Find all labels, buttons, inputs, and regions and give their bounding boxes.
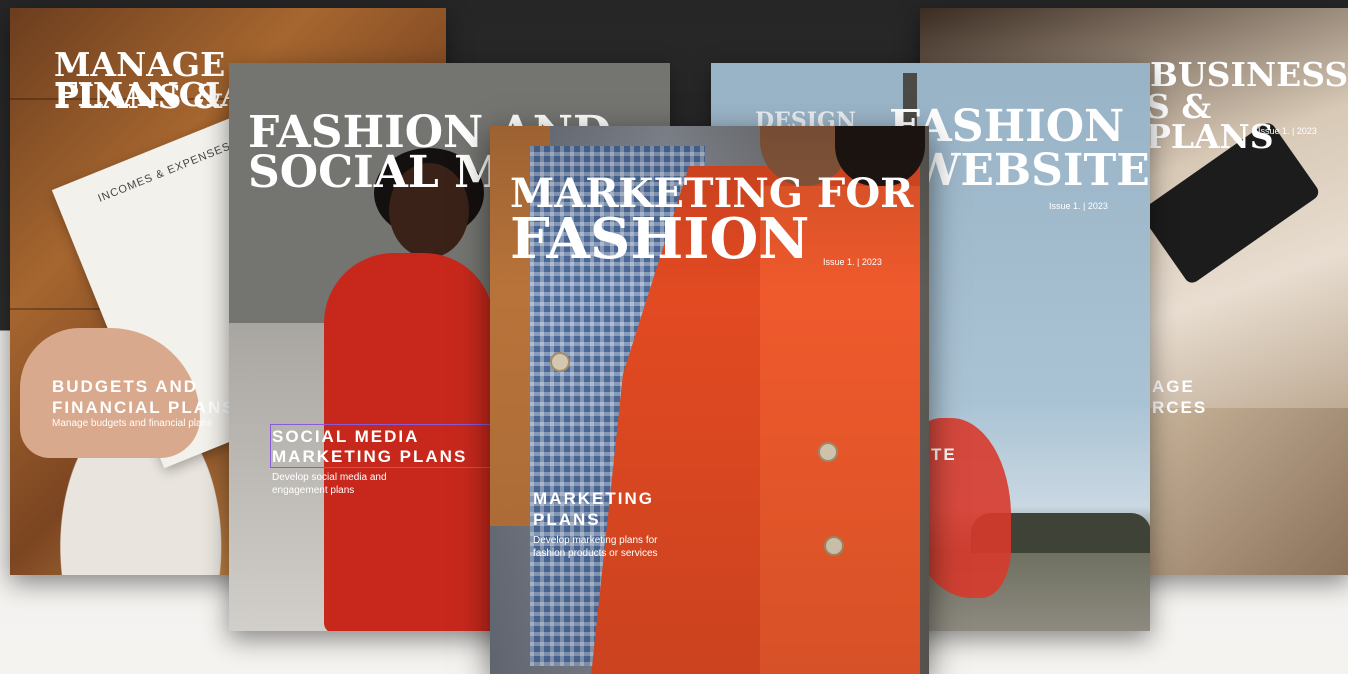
cover-description-line2: fashion products or services [533, 548, 658, 559]
cover-title-line1: BUSINESS [1150, 55, 1348, 94]
issue-label: Issue 1. | 2023 [1258, 126, 1317, 136]
cover-description-line2: engagement plans [272, 485, 355, 496]
issue-label: Issue 1. | 2023 [823, 257, 882, 267]
cover-subtitle-line1: BUDGETS AND [52, 377, 199, 396]
cover-description: Manage budgets and financial plans [52, 418, 213, 429]
paper-heading: INCOMES & EXPENSES [96, 140, 233, 205]
tray-image [1150, 408, 1348, 575]
cover-title-line2: WEBSITE [911, 145, 1150, 196]
cover-description-line1: Develop marketing plans for [533, 535, 658, 546]
cover-subtitle-line1: AGE [1152, 377, 1195, 396]
cover-subtitle-line1: MARKETING [533, 489, 654, 508]
cover-title-line2: S & PLANS [1146, 87, 1274, 157]
magazine-cover-marketing[interactable]: MARKETING FOR FASHION Issue 1. | 2023 MA… [490, 126, 929, 674]
cover-subtitle-line2: MARKETING PLANS [272, 447, 468, 466]
cover-title-line2: SOCIAL M [248, 147, 503, 198]
cover-subtitle-fragment: TE [931, 445, 957, 464]
cover-subtitle-line2: RCES [1152, 398, 1208, 417]
cover-subtitle-line1: SOCIAL MEDIA [272, 427, 420, 446]
cover-subtitle-line2: PLANS [533, 510, 601, 529]
cover-subtitle-line2: FINANCIAL PLANS [52, 398, 236, 417]
issue-label: Issue 1. | 2023 [1049, 201, 1108, 211]
cover-description-line1: Develop social media and [272, 472, 387, 483]
cover-title-line2: FASHION [510, 206, 810, 272]
